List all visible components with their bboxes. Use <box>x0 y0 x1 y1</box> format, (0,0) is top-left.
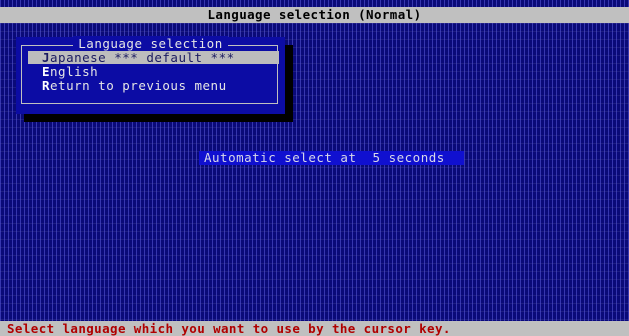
menu-item-japanese[interactable]: Japanese *** default *** <box>28 51 279 64</box>
menu-item-hotkey: E <box>42 64 51 79</box>
menu-item-hotkey: J <box>42 50 51 65</box>
menu-item-english[interactable]: English <box>28 65 279 78</box>
menu-item-label: eturn to previous menu <box>50 78 227 93</box>
menu-heading-text: Language selection <box>73 36 228 51</box>
menu-item-hotkey: R <box>42 78 51 93</box>
status-bar: Select language which you want to use by… <box>0 321 629 336</box>
auto-select-countdown: Automatic select at 5 seconds <box>199 151 464 165</box>
menu-item-label: apanese *** default *** <box>50 50 235 65</box>
menu-item-return[interactable]: Return to previous menu <box>28 79 279 92</box>
menu-heading: Language selection <box>16 36 285 51</box>
title-bar: Language selection (Normal) <box>0 7 629 23</box>
menu-item-label: nglish <box>50 64 99 79</box>
language-menu: Language selection Japanese *** default … <box>16 36 285 114</box>
bios-screen: Language selection (Normal) Language sel… <box>0 0 629 336</box>
